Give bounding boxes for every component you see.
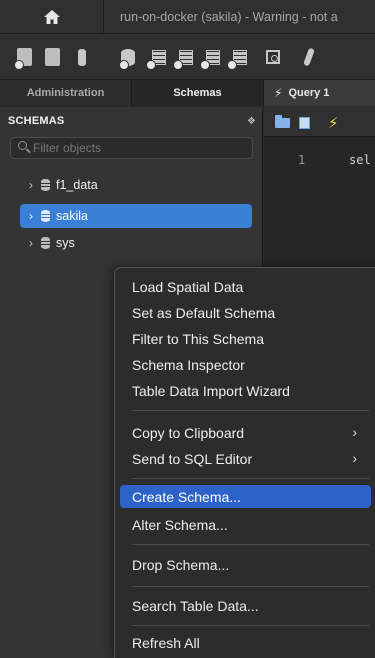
menu-separator (132, 478, 369, 479)
sidebar-tab-bar: Administration Schemas ⚡︎ Query 1 (0, 80, 375, 106)
chevron-right-icon[interactable]: › (24, 236, 38, 250)
menu-item-label: Send to SQL Editor (132, 450, 253, 467)
code-text[interactable]: sel (349, 153, 371, 167)
schema-name: sys (56, 236, 75, 250)
menu-item-label: Copy to Clipboard (132, 424, 245, 441)
home-button[interactable] (0, 0, 104, 34)
search-icon (18, 141, 27, 150)
title-bar: run-on-docker (sakila) - Warning - not a (0, 0, 375, 34)
create-table-icon[interactable] (146, 48, 168, 70)
create-procedure-icon[interactable] (200, 48, 222, 70)
menu-separator (132, 410, 369, 411)
menu-item-schema-inspector[interactable]: Schema Inspector (120, 353, 371, 376)
database-icon (41, 237, 50, 249)
menu-item-refresh-all[interactable]: Refresh All (120, 631, 371, 654)
open-file-icon[interactable] (275, 115, 290, 128)
tab-administration[interactable]: Administration (0, 80, 132, 106)
execute-bolt-icon[interactable]: ⚡︎ (328, 114, 339, 132)
create-function-icon[interactable] (227, 48, 249, 70)
new-sql-tab-icon[interactable] (14, 48, 36, 70)
menu-item-filter-to-schema[interactable]: Filter to This Schema (120, 327, 371, 350)
schema-item-sys[interactable]: › sys (20, 231, 252, 255)
menu-item-table-data-import-wizard[interactable]: Table Data Import Wizard (120, 379, 371, 402)
schema-name: sakila (56, 209, 88, 223)
tab-query-1[interactable]: ⚡︎ Query 1 (263, 80, 375, 106)
database-icon (41, 210, 50, 222)
chevron-right-icon[interactable]: › (24, 209, 38, 223)
menu-item-search-table-data[interactable]: Search Table Data... (120, 594, 371, 617)
tab-schemas[interactable]: Schemas (132, 80, 263, 106)
menu-separator (132, 625, 369, 626)
connection-tab-title[interactable]: run-on-docker (sakila) - Warning - not a (120, 10, 338, 24)
menu-separator (132, 544, 369, 545)
filter-objects-input[interactable] (33, 139, 248, 157)
home-icon (43, 10, 60, 24)
tab-query-label: Query 1 (288, 87, 330, 99)
refresh-schemas-icon[interactable]: ❖ (247, 116, 256, 127)
context-menu: Load Spatial Data Set as Default Schema … (114, 267, 375, 658)
schema-item-f1-data[interactable]: › f1_data (20, 173, 252, 197)
schema-name: f1_data (56, 178, 98, 192)
reconnect-icon[interactable] (300, 47, 322, 68)
chevron-right-icon[interactable]: › (24, 178, 38, 192)
create-schema-icon[interactable] (119, 48, 141, 70)
menu-item-set-default-schema[interactable]: Set as Default Schema (120, 301, 371, 324)
open-sql-script-icon[interactable] (42, 48, 64, 68)
database-icon (41, 179, 50, 191)
menu-separator (132, 586, 369, 587)
menu-item-alter-schema[interactable]: Alter Schema... (120, 513, 371, 536)
menu-item-create-schema[interactable]: Create Schema... (120, 485, 371, 508)
editor-toolbar: ⚡︎ (264, 107, 375, 137)
create-view-icon[interactable] (173, 48, 195, 70)
menu-item-send-to-sql-editor[interactable]: Send to SQL Editor › (120, 447, 371, 470)
query-bolt-icon: ⚡︎ (274, 86, 283, 100)
menu-item-drop-schema[interactable]: Drop Schema... (120, 553, 371, 576)
open-inspector-icon[interactable] (70, 48, 92, 68)
filter-objects-field[interactable] (10, 137, 253, 159)
main-toolbar (0, 34, 375, 80)
menu-item-load-spatial-data[interactable]: Load Spatial Data (120, 275, 371, 298)
schema-item-sakila[interactable]: › sakila (20, 204, 252, 228)
search-table-data-icon[interactable] (262, 48, 284, 68)
line-number: 1 (298, 153, 306, 167)
schemas-header: SCHEMAS (8, 115, 65, 127)
submenu-arrow-icon: › (352, 450, 357, 466)
save-icon[interactable] (299, 117, 310, 129)
submenu-arrow-icon: › (352, 424, 357, 440)
menu-item-copy-to-clipboard[interactable]: Copy to Clipboard › (120, 421, 371, 444)
